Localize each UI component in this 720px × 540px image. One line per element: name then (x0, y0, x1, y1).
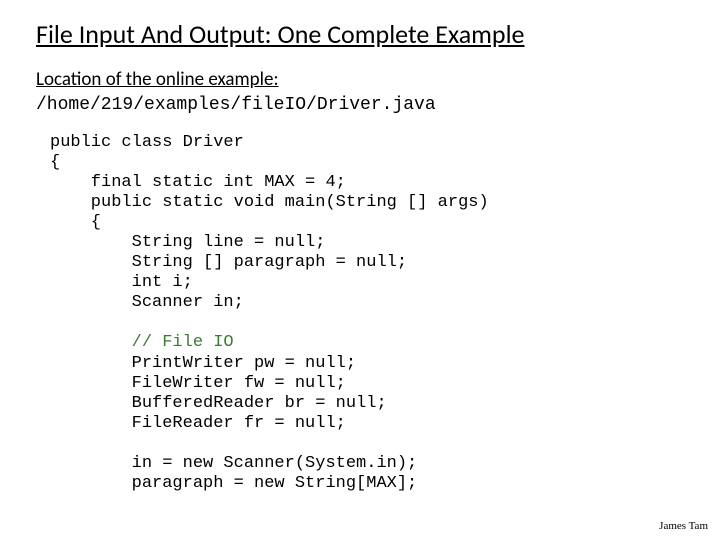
code-line: paragraph = new String[MAX]; (50, 474, 417, 493)
code-line: in = new Scanner(System.in); (50, 454, 417, 473)
location-label: Location of the online example: (36, 68, 684, 91)
code-block: public class Driver { final static int M… (50, 133, 684, 494)
code-line: String [] paragraph = null; (50, 253, 407, 272)
code-line: FileReader fr = null; (50, 414, 346, 433)
code-line: String line = null; (50, 233, 325, 252)
code-line: final static int MAX = 4; (50, 173, 346, 192)
code-line: FileWriter fw = null; (50, 374, 346, 393)
code-line: public static void main(String [] args) (50, 193, 489, 212)
file-path: /home/219/examples/fileIO/Driver.java (36, 95, 684, 115)
code-line: int i; (50, 273, 193, 292)
slide: File Input And Output: One Complete Exam… (0, 0, 720, 494)
code-line: { (50, 153, 60, 172)
code-line: PrintWriter pw = null; (50, 354, 356, 373)
code-line: Scanner in; (50, 293, 244, 312)
code-line: { (50, 213, 101, 232)
footer-author: James Tam (659, 520, 708, 532)
code-line: public class Driver (50, 133, 244, 152)
slide-title: File Input And Output: One Complete Exam… (36, 18, 684, 50)
code-comment: // File IO (50, 333, 234, 352)
code-line: BufferedReader br = null; (50, 394, 387, 413)
